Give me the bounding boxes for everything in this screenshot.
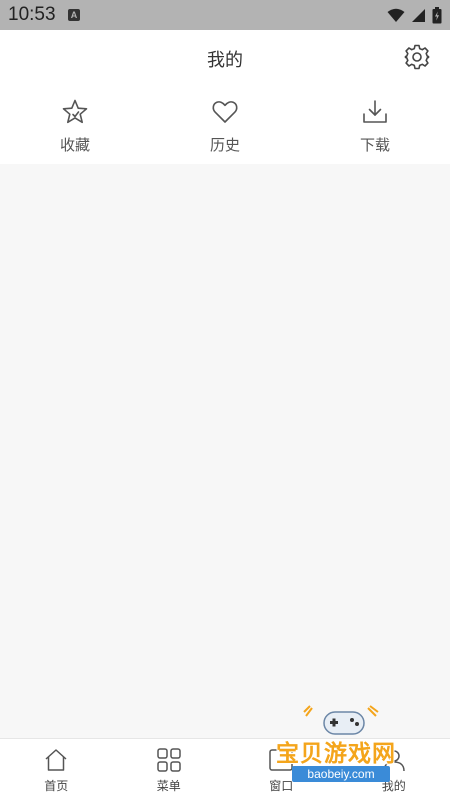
home-icon	[45, 749, 67, 771]
download-icon	[363, 100, 387, 123]
nav-menu[interactable]: 菜单	[113, 739, 226, 800]
status-bar: 10:53 A	[0, 0, 450, 30]
downloads-button[interactable]: 下载	[300, 86, 450, 164]
app-screen: 10:53 A 我的 收藏 历史 下载 首页 菜单 窗口 我的 宝贝游戏网 ba…	[0, 0, 450, 800]
favorites-button[interactable]: 收藏	[0, 86, 150, 164]
heart-icon	[212, 101, 238, 123]
star-icon	[62, 99, 88, 124]
quick-actions: 收藏 历史 下载	[0, 86, 450, 164]
nav-home[interactable]: 首页	[0, 739, 113, 800]
page-title: 我的	[207, 50, 243, 71]
favorites-label: 收藏	[59, 136, 90, 154]
nav-window[interactable]: 窗口	[225, 739, 338, 800]
nav-profile[interactable]: 我的	[338, 739, 450, 800]
nav-profile-label: 我的	[381, 779, 406, 793]
a-box-icon: A	[68, 9, 80, 21]
bottom-nav: 首页 菜单 窗口 我的	[0, 738, 450, 800]
content-area	[0, 164, 450, 738]
cell-signal-icon	[411, 8, 426, 23]
wifi-icon	[387, 8, 405, 23]
profile-icon	[383, 750, 405, 772]
window-icon	[269, 749, 293, 771]
grid-icon	[157, 748, 181, 772]
history-label: 历史	[209, 136, 240, 154]
status-time: 10:53	[8, 4, 56, 25]
nav-window-label: 窗口	[269, 779, 294, 793]
settings-button[interactable]	[404, 44, 430, 70]
nav-home-label: 首页	[44, 779, 69, 793]
downloads-label: 下载	[359, 136, 390, 154]
nav-menu-label: 菜单	[156, 779, 181, 793]
history-button[interactable]: 历史	[150, 86, 300, 164]
gear-icon	[404, 44, 430, 70]
status-icons	[387, 7, 442, 24]
app-header: 我的	[0, 30, 450, 86]
battery-icon	[432, 7, 442, 24]
